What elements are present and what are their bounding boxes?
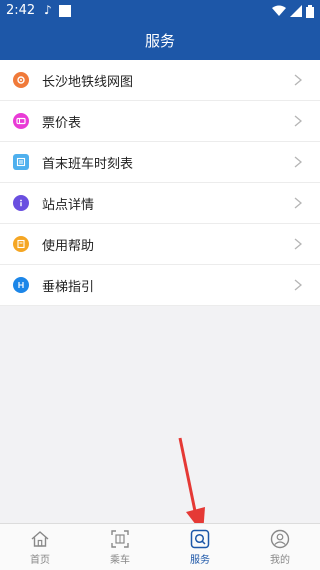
nav-label: 首页 [30,555,50,566]
metro-map-icon [13,72,29,88]
home-icon [31,531,49,547]
signal-icon [290,5,302,17]
chevron-right-icon [294,238,302,250]
menu-item-label: 首末班车时刻表 [42,156,134,172]
status-bar: 2:42 ♪ [0,0,320,22]
elevator-icon [13,277,29,293]
nav-label: 服务 [190,555,210,566]
menu-item-fare-table[interactable]: 票价表 [0,101,320,142]
menu-item-metro-map[interactable]: 长沙地铁线网图 [0,60,320,101]
wifi-icon [272,5,286,16]
nav-tab-mine[interactable]: 我的 [240,524,320,570]
timetable-icon [13,154,29,170]
menu-item-elevator-guide[interactable]: 垂梯指引 [0,265,320,306]
status-indicators [272,4,314,18]
page-title: 服务 [0,22,320,60]
menu-item-label: 使用帮助 [42,238,95,254]
chevron-right-icon [294,156,302,168]
profile-icon [270,529,290,549]
battery-icon [306,4,314,18]
help-icon [13,236,29,252]
menu-item-label: 长沙地铁线网图 [42,74,134,90]
menu-item-label: 票价表 [42,115,82,131]
nav-tab-home[interactable]: 首页 [0,524,80,570]
chevron-right-icon [294,279,302,291]
annotation-arrow-icon [178,437,205,534]
bottom-nav: 首页 乘车 服务 我的 [0,523,320,570]
status-time: 2:42 [6,3,36,18]
nav-label: 乘车 [110,555,130,566]
info-icon [13,195,29,211]
service-search-icon [190,529,210,549]
chevron-right-icon [294,74,302,86]
nav-tab-ride[interactable]: 乘车 [80,524,160,570]
menu-item-help[interactable]: 使用帮助 [0,224,320,265]
menu-item-timetable[interactable]: 首末班车时刻表 [0,142,320,183]
notification-square-icon [59,5,71,17]
service-menu-list: 长沙地铁线网图 票价表 首末班车时刻表 站点详情 使用帮助 垂梯指引 [0,60,320,306]
menu-item-station-details[interactable]: 站点详情 [0,183,320,224]
nav-label: 我的 [270,555,290,566]
music-note-icon: ♪ [44,3,52,17]
chevron-right-icon [294,115,302,127]
qr-scan-icon [111,530,129,548]
nav-tab-service[interactable]: 服务 [160,524,240,570]
chevron-right-icon [294,197,302,209]
menu-item-label: 垂梯指引 [42,279,95,295]
ticket-icon [13,113,29,129]
menu-item-label: 站点详情 [42,197,95,213]
